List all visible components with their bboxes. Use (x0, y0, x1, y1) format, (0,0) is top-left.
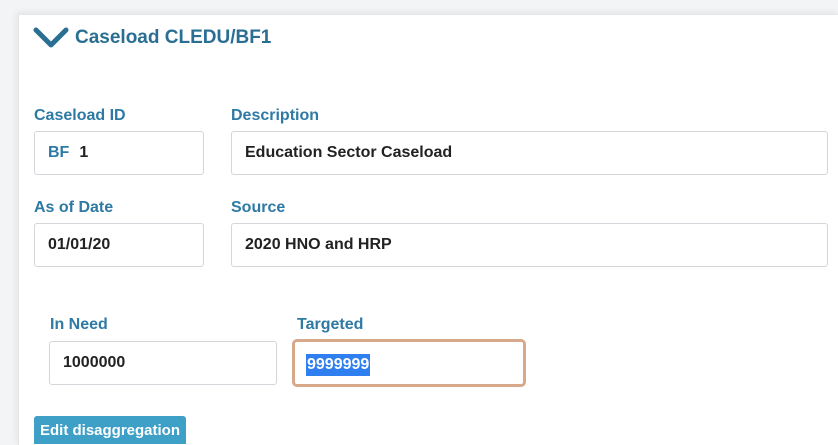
targeted-value: 9999999 (306, 354, 371, 376)
chevron-down-icon[interactable] (33, 25, 69, 51)
caseload-id-field[interactable]: BF 1 (34, 131, 204, 175)
in-need-field[interactable]: 1000000 (49, 341, 277, 385)
in-need-value: 1000000 (63, 354, 126, 371)
targeted-label: Targeted (297, 316, 364, 333)
source-field[interactable]: 2020 HNO and HRP (231, 223, 828, 267)
description-label: Description (231, 107, 320, 124)
source-value: 2020 HNO and HRP (245, 236, 392, 253)
caseload-title: Caseload CLEDU/BF1 (75, 27, 272, 48)
source-label: Source (231, 199, 286, 216)
edit-disaggregation-button[interactable]: Edit disaggregation (34, 416, 187, 444)
caseload-id-value: 1 (79, 144, 89, 161)
description-value: Education Sector Caseload (245, 144, 453, 161)
as-of-date-label: As of Date (34, 199, 114, 216)
caseload-id-prefix: BF (48, 144, 70, 161)
caseload-header[interactable]: Caseload CLEDU/BF1 (33, 23, 271, 53)
in-need-label: In Need (50, 316, 108, 333)
as-of-date-field[interactable]: 01/01/20 (34, 223, 204, 267)
as-of-date-value: 01/01/20 (48, 236, 111, 253)
description-field[interactable]: Education Sector Caseload (231, 131, 828, 175)
caseload-id-label: Caseload ID (34, 107, 126, 124)
